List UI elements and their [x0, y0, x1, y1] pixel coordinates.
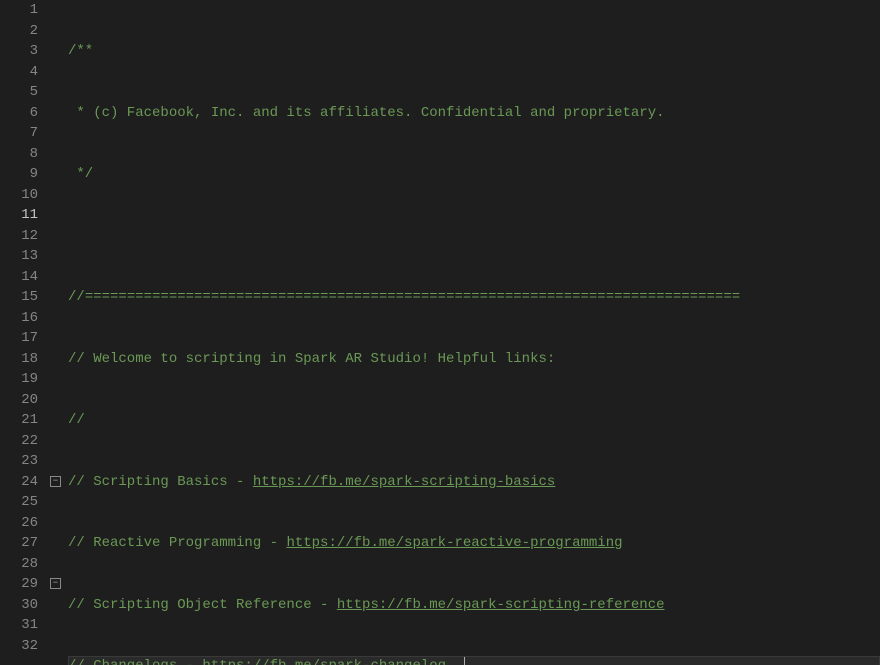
code-line[interactable]: // Reactive Programming - https://fb.me/…	[68, 533, 880, 554]
code-line-current[interactable]: // Changelogs - https://fb.me/spark-chan…	[68, 656, 880, 665]
fold-toggle[interactable]: −	[50, 578, 61, 589]
line-number: 24	[0, 472, 38, 493]
comment: /**	[68, 43, 93, 59]
code-line[interactable]: /**	[68, 41, 880, 62]
line-number: 13	[0, 246, 38, 267]
link[interactable]: https://fb.me/spark-scripting-basics	[253, 474, 555, 490]
line-number: 3	[0, 41, 38, 62]
comment: * (c) Facebook, Inc. and its affiliates.…	[68, 105, 665, 121]
line-number: 32	[0, 636, 38, 657]
link[interactable]: https://fb.me/spark-reactive-programming	[286, 535, 622, 551]
line-number: 17	[0, 328, 38, 349]
line-number: 7	[0, 123, 38, 144]
code-line[interactable]: // Welcome to scripting in Spark AR Stud…	[68, 349, 880, 370]
line-number: 2	[0, 21, 38, 42]
line-number: 19	[0, 369, 38, 390]
line-number: 4	[0, 62, 38, 83]
code-line[interactable]: // Scripting Object Reference - https://…	[68, 595, 880, 616]
line-number: 12	[0, 226, 38, 247]
line-number: 16	[0, 308, 38, 329]
line-number: 1	[0, 0, 38, 21]
comment: // Scripting Object Reference -	[68, 597, 337, 613]
link[interactable]: https://fb.me/spark-changelog	[202, 658, 446, 665]
code-line[interactable]: */	[68, 164, 880, 185]
comment: // Scripting Basics -	[68, 474, 253, 490]
line-number: 26	[0, 513, 38, 534]
code-line[interactable]: //======================================…	[68, 287, 880, 308]
line-number: 29	[0, 574, 38, 595]
fold-toggle[interactable]: −	[50, 476, 61, 487]
line-number: 31	[0, 615, 38, 636]
code-line[interactable]: * (c) Facebook, Inc. and its affiliates.…	[68, 103, 880, 124]
link[interactable]: https://fb.me/spark-scripting-reference	[337, 597, 665, 613]
line-number: 6	[0, 103, 38, 124]
comment: //======================================…	[68, 289, 740, 305]
comment: // Reactive Programming -	[68, 535, 286, 551]
line-number: 8	[0, 144, 38, 165]
fold-gutter: − −	[50, 0, 68, 665]
code-editor[interactable]: 1 2 3 4 5 6 7 8 9 10 11 12 13 14 15 16 1…	[0, 0, 880, 665]
comment: */	[68, 166, 93, 182]
line-number: 27	[0, 533, 38, 554]
line-number: 5	[0, 82, 38, 103]
line-number: 30	[0, 595, 38, 616]
line-number: 18	[0, 349, 38, 370]
comment: // Welcome to scripting in Spark AR Stud…	[68, 351, 555, 367]
line-number: 9	[0, 164, 38, 185]
code-area[interactable]: /** * (c) Facebook, Inc. and its affilia…	[68, 0, 880, 665]
text-cursor	[464, 657, 465, 665]
comment: //	[68, 412, 85, 428]
code-line[interactable]: // Scripting Basics - https://fb.me/spar…	[68, 472, 880, 493]
line-number: 25	[0, 492, 38, 513]
line-number: 28	[0, 554, 38, 575]
comment: // Changelogs -	[68, 658, 202, 665]
line-number: 22	[0, 431, 38, 452]
line-number-gutter: 1 2 3 4 5 6 7 8 9 10 11 12 13 14 15 16 1…	[0, 0, 50, 665]
code-line[interactable]: //	[68, 410, 880, 431]
line-number: 11	[0, 205, 38, 226]
line-number: 23	[0, 451, 38, 472]
line-number: 10	[0, 185, 38, 206]
line-number: 20	[0, 390, 38, 411]
line-number: 15	[0, 287, 38, 308]
code-line[interactable]	[68, 226, 880, 247]
line-number: 14	[0, 267, 38, 288]
line-number: 21	[0, 410, 38, 431]
